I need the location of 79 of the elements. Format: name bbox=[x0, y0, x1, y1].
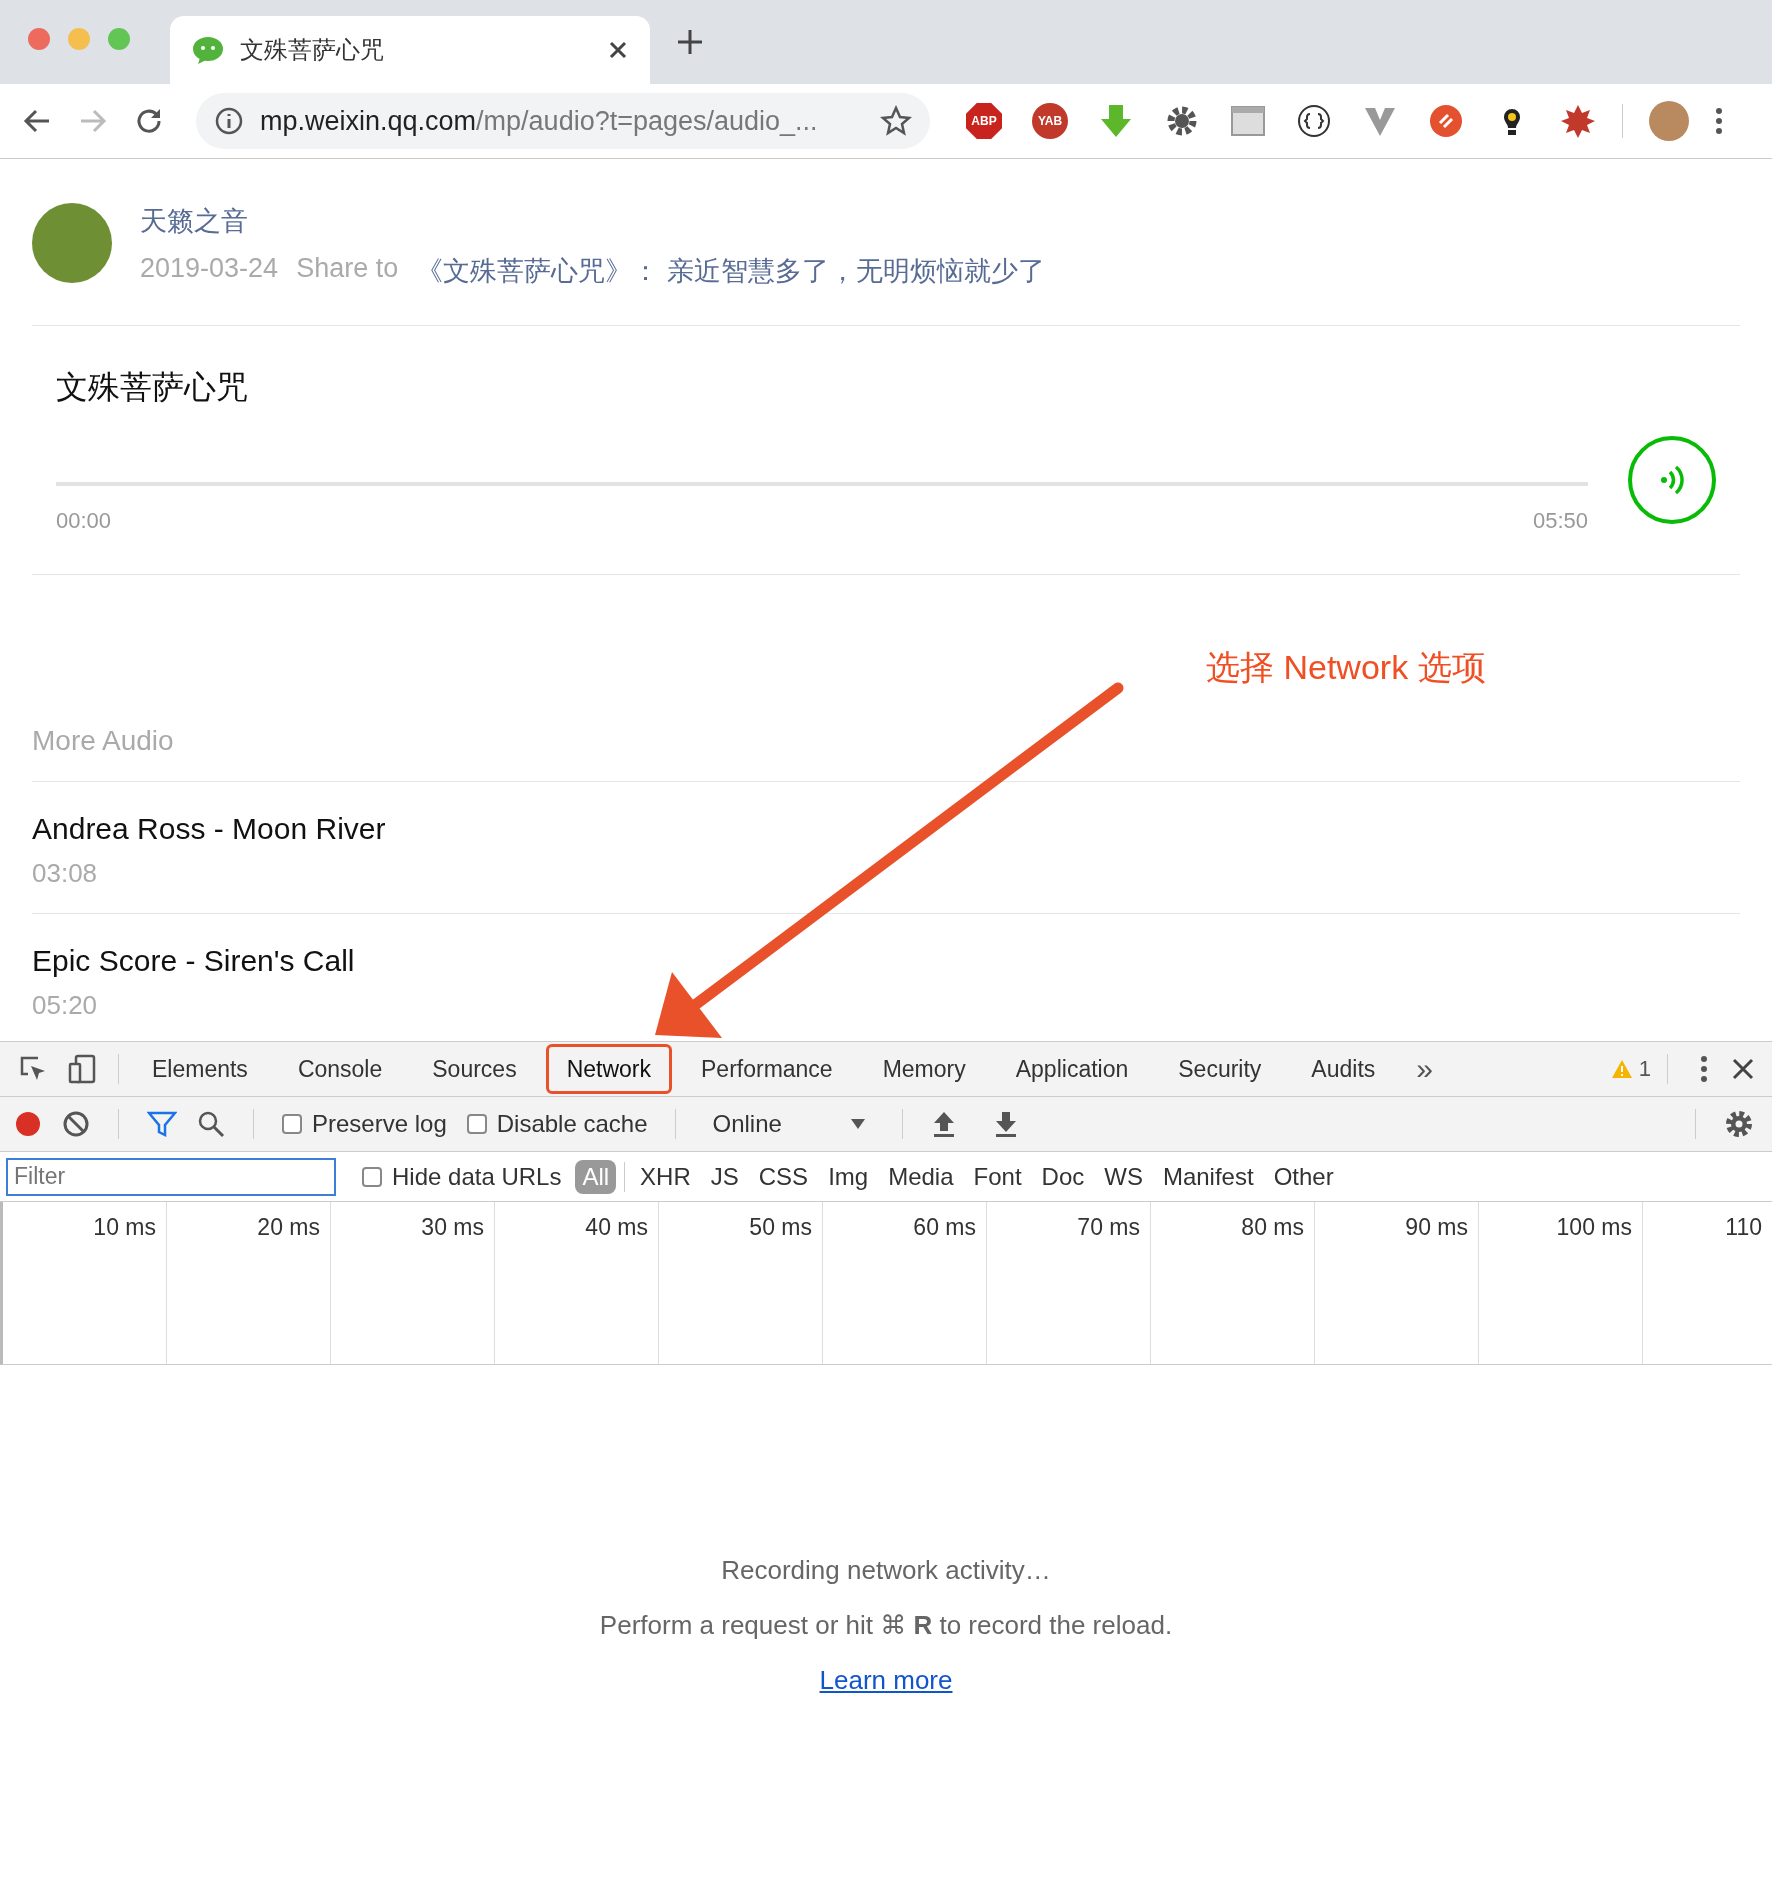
address-bar[interactable]: mp.weixin.qq.com/mp/audio?t=pages/audio_... bbox=[196, 93, 930, 149]
devtools-tab[interactable]: Performance bbox=[680, 1044, 854, 1094]
caret-icon bbox=[850, 1118, 867, 1130]
resource-type-filter[interactable]: Doc bbox=[1034, 1159, 1092, 1194]
chat-bubble-icon bbox=[192, 36, 224, 64]
device-icon[interactable] bbox=[68, 1054, 98, 1084]
timeline-tick: 110 bbox=[1725, 1214, 1762, 1240]
duration-time: 05:50 bbox=[1532, 508, 1588, 534]
timeline-tick: 40 ms bbox=[585, 1214, 648, 1240]
burst-icon[interactable] bbox=[1560, 103, 1596, 139]
search-icon[interactable] bbox=[197, 1110, 225, 1138]
resource-type-filter[interactable]: XHR bbox=[633, 1159, 698, 1194]
resource-type-filter[interactable]: Media bbox=[881, 1159, 961, 1194]
filter-icon[interactable] bbox=[147, 1110, 177, 1138]
shared-title-link[interactable]: 《文殊菩萨心咒》： 亲近智慧多了，无明烦恼就少了 bbox=[416, 253, 1045, 289]
recording-status: Recording network activity… bbox=[721, 1555, 1051, 1586]
timeline-tick: 20 ms bbox=[257, 1214, 320, 1240]
resource-type-filter[interactable]: Img bbox=[821, 1159, 876, 1194]
hide-data-urls-checkbox[interactable]: Hide data URLs bbox=[362, 1162, 562, 1191]
more-icon[interactable] bbox=[1700, 1055, 1708, 1083]
audio-title: 文殊菩萨心咒 bbox=[56, 368, 249, 407]
document-icon[interactable] bbox=[1230, 103, 1266, 139]
devtools-tab[interactable]: Memory bbox=[861, 1044, 987, 1094]
extension-icon[interactable]: YAB bbox=[1032, 103, 1068, 139]
record-button[interactable] bbox=[14, 1110, 42, 1138]
timeline-tick: 10 ms bbox=[93, 1214, 156, 1240]
close-button[interactable] bbox=[1732, 1058, 1754, 1080]
timeline-tick: 70 ms bbox=[1077, 1214, 1140, 1240]
reload-hint: Perform a request or hit ⌘ R to record the reload. bbox=[599, 1610, 1173, 1641]
timeline-tick: 90 ms bbox=[1405, 1214, 1468, 1240]
browser-tab[interactable]: 文殊菩萨心咒 bbox=[170, 16, 650, 84]
more-icon[interactable] bbox=[1715, 106, 1723, 136]
filter-field[interactable]: Filter bbox=[6, 1157, 336, 1196]
devtools-tab[interactable]: Application bbox=[994, 1044, 1150, 1094]
braces-icon[interactable] bbox=[1296, 103, 1332, 139]
link-icon[interactable] bbox=[1428, 103, 1464, 139]
info-icon[interactable] bbox=[214, 106, 244, 136]
throttling-dropdown[interactable]: Online bbox=[704, 1110, 875, 1138]
timeline-tick: 100 ms bbox=[1556, 1214, 1632, 1240]
devtools-tab[interactable]: Sources bbox=[411, 1044, 538, 1094]
clear-icon[interactable] bbox=[62, 1110, 90, 1138]
annotation-text: 选择 Network 选项 bbox=[1206, 647, 1486, 688]
timeline-tick: 80 ms bbox=[1241, 1214, 1304, 1240]
tab-title: 文殊菩萨心咒 bbox=[240, 35, 385, 65]
devtools-tab[interactable]: Console bbox=[276, 1044, 404, 1094]
resource-type-filter[interactable]: WS bbox=[1097, 1159, 1150, 1194]
audio-list-item[interactable]: Andrea Ross - Moon River 03:08 bbox=[32, 782, 1740, 914]
warning-counter[interactable]: 1 bbox=[1610, 1056, 1651, 1082]
devtools-tab[interactable]: Elements bbox=[131, 1044, 269, 1094]
preserve-log-checkbox[interactable]: Preserve log bbox=[282, 1110, 447, 1138]
resource-type-filter[interactable]: JS bbox=[703, 1159, 746, 1194]
settings-icon[interactable] bbox=[1724, 1109, 1754, 1139]
audio-item-duration: 05:20 bbox=[32, 990, 99, 1021]
resource-type-filter[interactable]: Font bbox=[966, 1159, 1029, 1194]
more-tabs-button[interactable]: » bbox=[1400, 1052, 1449, 1086]
devtools-tab[interactable]: Network bbox=[545, 1044, 672, 1094]
share-label: Share to bbox=[296, 253, 399, 285]
section-heading: More Audio bbox=[32, 725, 1740, 782]
timeline-tick: 60 ms bbox=[913, 1214, 976, 1240]
star-icon[interactable] bbox=[880, 105, 912, 137]
audio-item-title: Epic Score - Siren's Call bbox=[32, 944, 356, 978]
devtools-tab[interactable]: Security bbox=[1157, 1044, 1283, 1094]
author-name[interactable]: 天籁之音 bbox=[140, 203, 1045, 239]
extension-icon[interactable]: ABP bbox=[966, 103, 1002, 139]
devtools-tab[interactable]: Audits bbox=[1290, 1044, 1397, 1094]
resource-type-filter[interactable]: Manifest bbox=[1155, 1159, 1261, 1194]
timeline-tick: 50 ms bbox=[749, 1214, 812, 1240]
resource-type-filter[interactable]: CSS bbox=[751, 1159, 816, 1194]
timeline-tick: 30 ms bbox=[421, 1214, 484, 1240]
warning-icon bbox=[1610, 1059, 1633, 1079]
resource-type-filter[interactable]: Other bbox=[1266, 1159, 1341, 1194]
disable-cache-checkbox[interactable]: Disable cache bbox=[466, 1110, 648, 1138]
profile-avatar[interactable] bbox=[1649, 101, 1689, 141]
audio-item-title: Andrea Ross - Moon River bbox=[32, 812, 387, 846]
post-date: 2019-03-24 bbox=[140, 253, 279, 285]
audio-item-duration: 03:08 bbox=[32, 858, 99, 889]
elapsed-time: 00:00 bbox=[56, 508, 112, 534]
learn-more-link[interactable]: Learn more bbox=[819, 1665, 953, 1696]
url-text: mp.weixin.qq.com/mp/audio?t=pages/audio_... bbox=[260, 105, 819, 137]
